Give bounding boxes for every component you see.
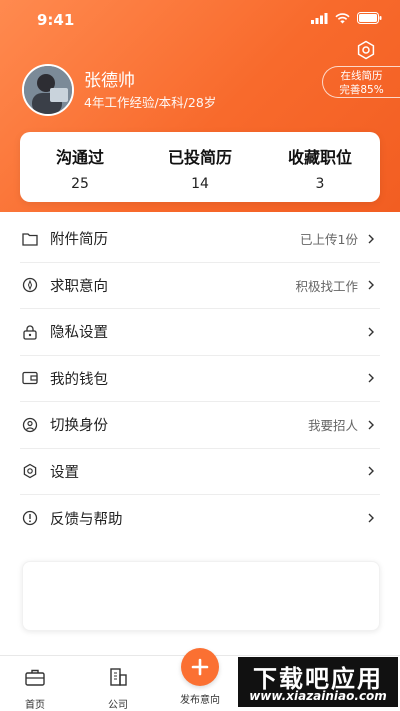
status-time: 9:41	[37, 11, 75, 29]
user-switch-icon	[22, 417, 38, 433]
stat-value: 14	[191, 176, 209, 192]
tab-label: 首页	[25, 700, 45, 711]
info-icon	[22, 510, 38, 526]
watermark-url: www.xiazainiao.com	[249, 689, 387, 703]
folder-icon	[22, 231, 38, 247]
menu-item-value: 已上传1份	[300, 232, 358, 248]
menu-item-label: 求职意向	[50, 278, 108, 295]
compass-icon	[22, 277, 38, 293]
watermark-logo: 下载吧应用 www.xiazainiao.com	[238, 657, 398, 707]
resume-pill-title: 在线简历	[340, 70, 383, 82]
stat-applied[interactable]: 已投简历 14	[140, 132, 260, 202]
tab-home[interactable]: 首页	[0, 656, 75, 711]
chevron-right-icon	[368, 373, 374, 383]
avatar[interactable]	[22, 64, 74, 116]
lock-icon	[22, 324, 38, 340]
profile-name: 张德帅	[84, 71, 135, 91]
chevron-right-icon	[368, 420, 374, 430]
tab-company[interactable]: 公司	[78, 656, 158, 711]
publish-button[interactable]	[181, 648, 219, 686]
profile-info: 4年工作经验/本科/28岁	[84, 95, 217, 110]
chevron-right-icon	[368, 327, 374, 337]
stat-value: 3	[315, 176, 325, 192]
resume-pill-progress: 完善85%	[339, 84, 384, 96]
menu-item-settings[interactable]: 设置	[20, 449, 380, 495]
chevron-right-icon	[368, 466, 374, 476]
menu-item-label: 切换身份	[50, 418, 108, 435]
signal-icon	[311, 12, 328, 24]
menu-item-label: 附件简历	[50, 232, 108, 249]
menu-item-value: 我要招人	[307, 418, 358, 434]
menu-item-privacy[interactable]: 隐私设置	[20, 309, 380, 356]
promo-card[interactable]	[22, 561, 380, 631]
menu-item-job-intention[interactable]: 求职意向 积极找工作	[20, 263, 380, 309]
battery-icon	[357, 12, 382, 24]
menu-item-label: 我的钱包	[50, 371, 108, 388]
menu-item-wallet[interactable]: 我的钱包	[20, 356, 380, 402]
briefcase-icon	[25, 669, 45, 686]
chevron-right-icon	[368, 234, 374, 244]
online-resume-button[interactable]: 在线简历 完善85%	[322, 66, 400, 98]
chevron-right-icon	[368, 280, 374, 290]
settings-menu: 附件简历 已上传1份 求职意向 积极找工作 隐私设置 我的钱包 切换身份 我要招…	[20, 216, 380, 542]
building-icon	[110, 668, 127, 686]
wifi-icon	[335, 12, 350, 23]
stat-favorites[interactable]: 收藏职位 3	[260, 132, 380, 202]
stat-communicated[interactable]: 沟通过 25	[20, 132, 140, 202]
menu-item-value: 积极找工作	[295, 278, 358, 294]
stat-label: 收藏职位	[287, 148, 352, 167]
plus-icon	[191, 658, 209, 676]
wallet-icon	[22, 370, 38, 386]
menu-item-attachment-resume[interactable]: 附件简历 已上传1份	[20, 216, 380, 263]
stat-label: 已投简历	[167, 148, 232, 167]
gear-icon	[22, 463, 38, 479]
settings-gear-icon[interactable]	[356, 40, 376, 60]
stat-label: 沟通过	[55, 148, 104, 167]
menu-item-label: 隐私设置	[50, 325, 108, 342]
publish-label: 发布意向	[180, 695, 220, 706]
menu-item-switch-identity[interactable]: 切换身份 我要招人	[20, 402, 380, 449]
status-icons	[311, 12, 382, 24]
menu-item-feedback[interactable]: 反馈与帮助	[20, 495, 380, 542]
tab-label: 公司	[108, 700, 128, 711]
menu-item-label: 反馈与帮助	[50, 511, 123, 528]
avatar-photo	[24, 66, 72, 114]
menu-item-label: 设置	[50, 464, 79, 481]
stat-value: 25	[71, 176, 89, 192]
status-bar: 9:41	[0, 0, 400, 40]
chevron-right-icon	[368, 513, 374, 523]
stats-card: 沟通过 25 已投简历 14 收藏职位 3	[20, 132, 380, 202]
